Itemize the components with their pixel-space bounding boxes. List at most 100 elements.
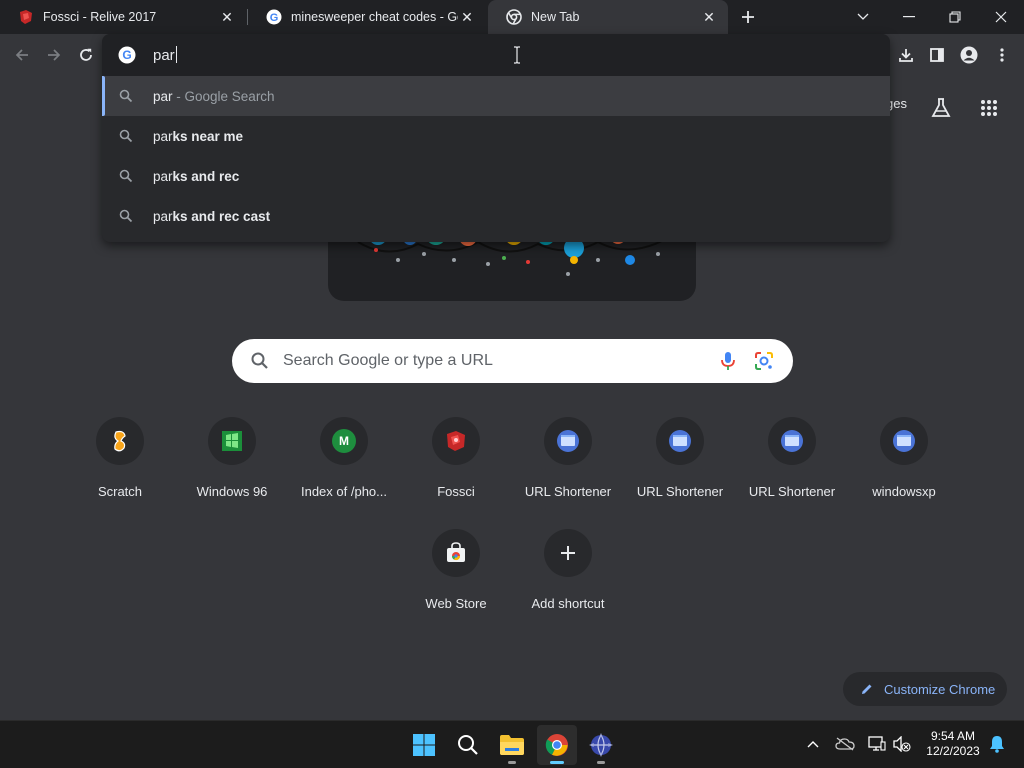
grid-icon [981,100,997,116]
customize-chrome-button[interactable]: Customize Chrome [843,672,1007,706]
reload-button[interactable] [72,41,100,69]
shortcut-icon-wrap [544,417,592,465]
google-lens-icon[interactable] [753,350,775,372]
google-icon: G [118,46,136,64]
suggestion-prefix: par [153,208,173,224]
reload-icon [80,48,92,61]
globe-icon [557,430,579,452]
omnibox-suggestion[interactable]: parks and rec [102,156,890,196]
clock-time: 9:54 AM [930,729,976,743]
add-shortcut-button[interactable]: Add shortcut [512,529,624,633]
close-window-button[interactable] [978,0,1024,34]
omnibox-suggestion[interactable]: par - Google Search [102,76,890,116]
start-button[interactable] [404,725,444,765]
file-explorer-button[interactable] [492,725,532,765]
onedrive-tray-icon[interactable] [834,733,856,755]
chevron-down-icon [857,13,869,20]
back-button[interactable] [8,41,36,69]
search-input[interactable] [283,352,717,370]
shortcut-icon-wrap [208,417,256,465]
close-tab-icon[interactable]: ✕ [700,8,718,26]
chevron-up-icon [807,741,819,748]
restore-button[interactable] [932,0,978,34]
omnibox-suggestion[interactable]: parks near me [102,116,890,156]
search-icon [119,169,133,183]
shortcut-web-store[interactable]: Web Store [400,529,512,633]
webstore-icon [447,542,465,562]
apps-button[interactable] [980,99,1000,119]
tab-fossci[interactable]: Fossci - Relive 2017 ✕ [0,0,246,34]
forward-button[interactable] [40,41,68,69]
shortcut-windowsxp[interactable]: windowsxp [848,417,960,521]
show-hidden-icons-button[interactable] [802,733,824,755]
new-tab-button[interactable] [736,5,760,29]
network-tray-icon[interactable] [866,733,888,755]
shortcut-icon-wrap [544,529,592,577]
shortcut-windows-96[interactable]: Windows 96 [176,417,288,521]
suggestion-prefix: par [153,88,173,104]
tab-search-button[interactable] [840,0,886,34]
windows-logo-icon [413,734,435,756]
search-icon [119,129,133,143]
volume-tray-icon[interactable] [891,733,913,755]
shortcut-icon-wrap [96,417,144,465]
suggestion-text: par - Google Search [153,89,275,104]
suggestion-prefix: par [153,128,173,144]
arrow-right-icon [48,49,61,61]
shortcut-url-shortener-1[interactable]: URL Shortener [512,417,624,521]
letter-m-icon: M [332,429,356,453]
side-panel-button[interactable] [923,41,951,69]
ntp-search-box[interactable] [232,339,793,383]
minimize-button[interactable] [886,0,932,34]
shortcut-url-shortener-3[interactable]: URL Shortener [736,417,848,521]
shortcut-label: URL Shortener [748,484,836,499]
omnibox[interactable]: G par [102,34,890,76]
shortcut-index-of[interactable]: M Index of /pho... [288,417,400,521]
plus-icon [742,11,754,23]
microphone-icon[interactable] [717,350,739,372]
profile-button[interactable] [955,41,983,69]
shortcut-url-shortener-2[interactable]: URL Shortener [624,417,736,521]
menu-button[interactable] [988,41,1016,69]
downloads-button[interactable] [892,41,920,69]
notifications-button[interactable] [986,733,1008,755]
search-icon [119,209,133,223]
volume-muted-icon [893,736,911,752]
close-tab-icon[interactable]: ✕ [218,8,236,26]
scratch-icon [114,430,126,452]
shortcut-label: URL Shortener [636,484,724,499]
shortcut-label: Scratch [97,484,143,499]
omnibox-input[interactable]: par [153,46,177,64]
tab-minesweeper[interactable]: G minesweeper cheat codes - Goog ✕ [248,0,486,34]
shortcut-fossci[interactable]: Fossci [400,417,512,521]
shortcut-icon-wrap [432,417,480,465]
running-indicator [550,761,564,764]
taskbar-search-button[interactable] [448,725,488,765]
taskbar-clock[interactable]: 9:54 AM 12/2/2023 [920,729,986,759]
close-tab-icon[interactable]: ✕ [458,8,476,26]
ibeam-cursor-icon [514,46,520,64]
labs-button[interactable] [930,97,954,121]
suggestion-completion: ks and rec cast [172,208,271,224]
running-indicator [597,761,605,764]
shortcut-icon-wrap [432,529,480,577]
tab-title: minesweeper cheat codes - Goog [291,10,458,24]
chrome-taskbar-button[interactable] [537,725,577,765]
shortcut-icon-wrap [768,417,816,465]
app-taskbar-button[interactable] [581,725,621,765]
folder-icon [500,735,524,755]
globe-icon [781,430,803,452]
shortcut-label: Index of /pho... [300,484,387,499]
omnibox-suggestion[interactable]: parks and rec cast [102,196,890,236]
suggestion-completion: ks near me [172,128,244,144]
tab-new-tab[interactable]: New Tab ✕ [488,0,728,34]
svg-text:G: G [270,12,279,24]
chrome-icon [506,9,522,25]
running-indicator [508,761,516,764]
omnibox-typed-text: par [153,47,175,64]
minimize-icon [903,16,915,18]
windows96-icon [222,431,242,451]
download-icon [899,49,913,62]
restore-icon [949,11,961,23]
shortcut-scratch[interactable]: Scratch [64,417,176,521]
